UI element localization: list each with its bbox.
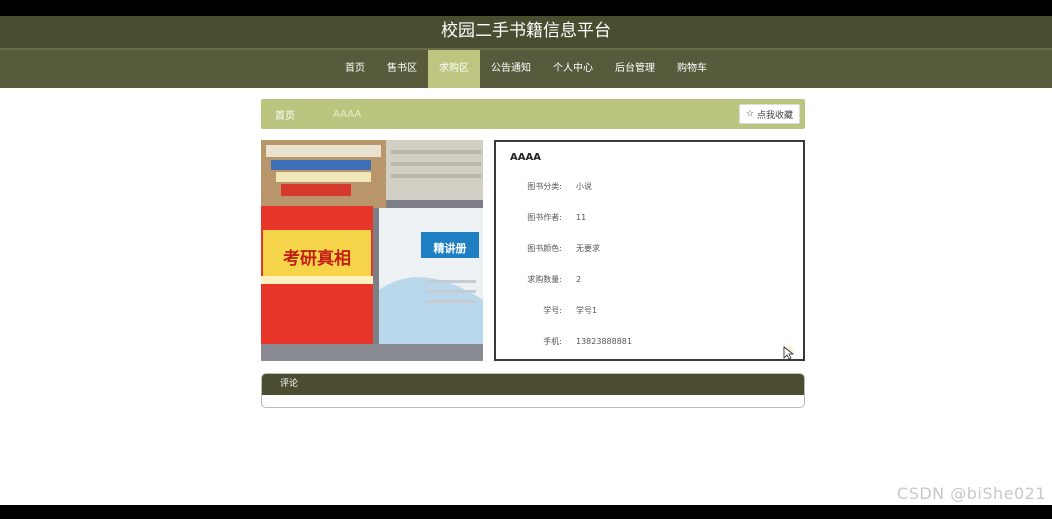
comment-section: 评论: [261, 373, 805, 408]
info-value: 2: [576, 275, 582, 284]
nav-item-profile[interactable]: 个人中心: [542, 50, 604, 88]
nav-item-notice[interactable]: 公告通知: [480, 50, 542, 88]
breadcrumb: 首页 AAAA ☆ 点我收藏: [261, 99, 805, 129]
info-label: 图书作者:: [527, 213, 562, 222]
nav-item-sell[interactable]: 售书区: [376, 50, 428, 88]
page: 校园二手书籍信息平台 首页 售书区 求购区 公告通知 个人中心 后台管理 购物车…: [0, 16, 1052, 505]
book1-title: 考研真相: [282, 248, 351, 269]
site-header: 校园二手书籍信息平台: [0, 16, 1052, 50]
info-value: 无要求: [576, 244, 600, 253]
breadcrumb-current: AAAA: [333, 108, 362, 120]
info-row-author: 图书作者: 11: [510, 202, 789, 233]
info-row-color: 图书颜色: 无要求: [510, 233, 789, 264]
nav-item-buy-request[interactable]: 求购区: [428, 50, 480, 88]
book-photo: 考研真相 精讲册: [261, 140, 483, 361]
info-label: 学号:: [543, 306, 562, 315]
comment-header: 评论: [262, 374, 804, 395]
info-row-student-id: 学号: 学号1: [510, 295, 789, 326]
info-label: 求购数量:: [527, 275, 562, 284]
favorite-button[interactable]: ☆ 点我收藏: [738, 104, 800, 124]
book-title: AAAA: [510, 152, 541, 163]
book-info-panel: AAAA 图书分类: 小说 图书作者: 11 图书颜色: 无要求 求购数量: 2…: [494, 140, 805, 361]
nav-item-admin[interactable]: 后台管理: [604, 50, 666, 88]
info-label: 图书分类:: [527, 182, 562, 191]
nav-item-cart[interactable]: 购物车: [666, 50, 718, 88]
book2-title: 精讲册: [434, 241, 467, 255]
info-row-phone: 手机: 13823888881: [510, 326, 789, 357]
favorite-button-label: 点我收藏: [756, 110, 793, 121]
breadcrumb-home[interactable]: 首页: [275, 107, 295, 122]
info-value: 13823888881: [576, 337, 632, 346]
info-row-quantity: 求购数量: 2: [510, 264, 789, 295]
info-value: 学号1: [576, 306, 598, 315]
watermark: CSDN @biShe021: [897, 484, 1046, 503]
main-nav: 首页 售书区 求购区 公告通知 个人中心 后台管理 购物车: [0, 50, 1052, 88]
info-label: 手机:: [543, 337, 562, 346]
site-title: 校园二手书籍信息平台: [441, 21, 611, 41]
info-row-category: 图书分类: 小说: [510, 171, 789, 202]
info-label: 图书颜色:: [527, 244, 562, 253]
mouse-cursor-icon: [783, 346, 795, 360]
info-value: 小说: [576, 182, 592, 191]
detail-container: 首页 AAAA ☆ 点我收藏 考研真相 精讲册 AAAA 图书分类: 小说 图书…: [261, 99, 805, 408]
star-icon: ☆: [745, 109, 754, 119]
info-value: 11: [576, 213, 587, 222]
nav-item-home[interactable]: 首页: [334, 50, 376, 88]
